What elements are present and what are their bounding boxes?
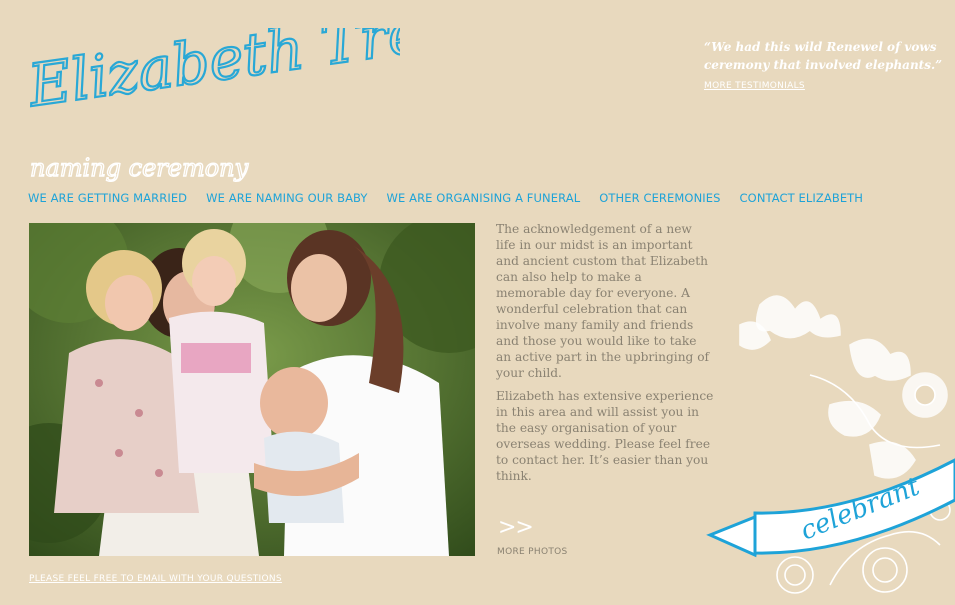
celebrant-decoration: celebrant [700, 285, 955, 600]
intro-paragraph: The acknowledgement of a new life in our… [496, 222, 710, 380]
nav-other-ceremonies[interactable]: OTHER CEREMONIES [599, 191, 720, 205]
testimonial-quote: “We had this wild Renewel of vows ceremo… [704, 40, 943, 72]
section-title-text: naming ceremony [30, 154, 249, 182]
email-questions-link[interactable]: PLEASE FEEL FREE TO EMAIL WITH YOUR QUES… [29, 574, 282, 584]
experience-paragraph: Elizabeth has extensive experience in th… [496, 389, 714, 483]
family-photo [29, 223, 475, 556]
nav-contact-elizabeth[interactable]: CONTACT ELIZABETH [740, 191, 864, 205]
nav-getting-married[interactable]: WE ARE GETTING MARRIED [28, 191, 187, 205]
more-testimonials-link[interactable]: MORE TESTIMONIALS [704, 81, 805, 91]
logo-graphic: Elizabeth Trevan [22, 0, 530, 121]
body-copy: The acknowledgement of a new life in our… [496, 221, 714, 491]
section-title: naming ceremony [29, 150, 270, 190]
more-photos-arrow-icon[interactable]: >> [498, 515, 534, 540]
main-nav: WE ARE GETTING MARRIED WE ARE NAMING OUR… [28, 191, 882, 205]
celebrant-banner: celebrant [706, 458, 955, 558]
site-logo[interactable]: Elizabeth Trevan [22, 0, 530, 133]
more-photos-link[interactable]: MORE PHOTOS [497, 547, 568, 557]
logo-text: Elizabeth Trevan [30, 28, 400, 120]
nav-organising-funeral[interactable]: WE ARE ORGANISING A FUNERAL [387, 191, 581, 205]
nav-naming-baby[interactable]: WE ARE NAMING OUR BABY [206, 191, 367, 205]
